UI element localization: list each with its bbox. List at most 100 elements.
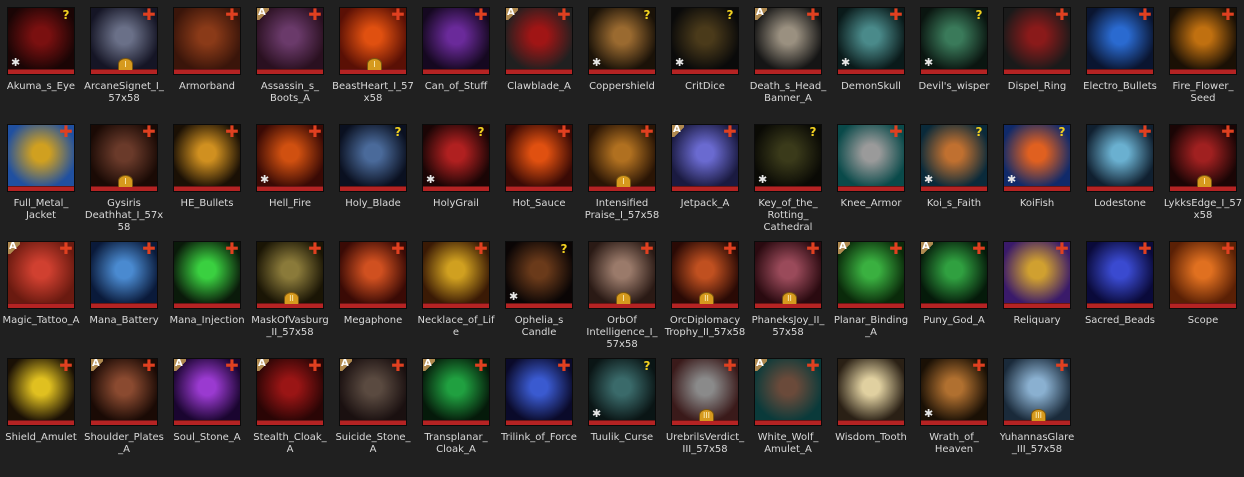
item-icon[interactable]: ? ✱ [671, 7, 739, 75]
item-tile[interactable]: A ✚ Assassin_s_ Boots_A [249, 0, 331, 115]
item-tile[interactable]: ✚ III YuhannasGlare _III_57x58 [996, 351, 1078, 466]
item-icon[interactable]: ✚ II [671, 241, 739, 309]
item-tile[interactable]: ✚ Mana_Injection [166, 234, 248, 349]
item-tile[interactable]: ✚ Hot_Sauce [498, 117, 580, 232]
item-icon[interactable]: ✚ [1169, 7, 1237, 75]
item-tile[interactable]: ✚ I Intensified Praise_I_57x58 [581, 117, 663, 232]
item-icon[interactable]: ✚ I [588, 124, 656, 192]
item-icon[interactable]: ? ✱ [920, 124, 988, 192]
item-tile[interactable]: ✚ Can_of_Stuff [415, 0, 497, 115]
item-icon[interactable]: ? ✱ [588, 7, 656, 75]
item-icon[interactable]: A ✚ [256, 358, 324, 426]
item-tile[interactable]: ? ✱ Key_of_the_ Rotting_ Cathedral [747, 117, 829, 233]
item-icon[interactable]: ✚ [1086, 124, 1154, 192]
item-icon[interactable]: ✚ [1003, 7, 1071, 75]
item-tile[interactable]: ? ✱ Ophelia_s Candle [498, 234, 580, 349]
item-icon[interactable]: ✚ I [90, 7, 158, 75]
item-icon[interactable]: ✚ [1086, 7, 1154, 75]
item-tile[interactable]: ? ✱ CritDice [664, 0, 746, 115]
item-tile[interactable]: ✚ Necklace_of_Life [415, 234, 497, 349]
item-icon[interactable]: ? ✱ [7, 7, 75, 75]
item-tile[interactable]: ✚ HE_Bullets [166, 117, 248, 232]
item-icon[interactable]: A ✚ [837, 241, 905, 309]
item-icon[interactable]: ✚ [339, 241, 407, 309]
item-tile[interactable]: ✚ Electro_Bullets [1079, 0, 1161, 115]
item-icon[interactable]: A ✚ [256, 7, 324, 75]
item-tile[interactable]: ✚ Armorband [166, 0, 248, 115]
item-icon[interactable]: A ✚ [754, 7, 822, 75]
item-tile[interactable]: ? ✱ Devil's_wisper [913, 0, 995, 115]
item-tile[interactable]: ? ✱ HolyGrail [415, 117, 497, 232]
item-tile[interactable]: ✚ ✱ Hell_Fire [249, 117, 331, 232]
item-icon[interactable]: A ✚ [920, 241, 988, 309]
item-icon[interactable]: ✚ II [754, 241, 822, 309]
item-tile[interactable]: ✚ I BeastHeart_I_57 x58 [332, 0, 414, 115]
item-tile[interactable]: A ✚ Jetpack_A [664, 117, 746, 232]
item-tile[interactable]: A ✚ White_Wolf_ Amulet_A [747, 351, 829, 466]
item-tile[interactable]: ✚ Full_Metal_ Jacket [0, 117, 82, 232]
item-tile[interactable]: ? ✱ Tuulik_Curse [581, 351, 663, 466]
item-tile[interactable]: A ✚ Magic_Tattoo_A [0, 234, 82, 349]
item-icon[interactable]: ✚ [7, 124, 75, 192]
item-icon[interactable]: ✚ [422, 241, 490, 309]
item-icon[interactable]: ✚ [1169, 241, 1237, 309]
item-icon[interactable]: A ✚ [671, 124, 739, 192]
item-icon[interactable]: ? ✱ [422, 124, 490, 192]
item-icon[interactable]: ? [339, 124, 407, 192]
item-tile[interactable]: ✚ Megaphone [332, 234, 414, 349]
item-tile[interactable]: ✚ I OrbOf Intelligence_I_ 57x58 [581, 234, 663, 350]
item-tile[interactable]: ✚ II MaskOfVasburg _II_57x58 [249, 234, 331, 349]
item-icon[interactable]: A ✚ [173, 358, 241, 426]
item-tile[interactable]: ? ✱ KoiFish [996, 117, 1078, 232]
item-icon[interactable]: ✚ ✱ [837, 7, 905, 75]
item-tile[interactable]: A ✚ Suicide_Stone_ A [332, 351, 414, 466]
item-icon[interactable]: ✚ [7, 358, 75, 426]
item-tile[interactable]: A ✚ Transplanar_ Cloak_A [415, 351, 497, 466]
item-icon[interactable]: A ✚ [422, 358, 490, 426]
item-icon[interactable]: ✚ [837, 124, 905, 192]
item-tile[interactable]: ✚ I Gysiris Deathhat_I_57x 58 [83, 117, 165, 233]
item-tile[interactable]: A ✚ Planar_Binding _A [830, 234, 912, 349]
item-icon[interactable]: ✚ III [671, 358, 739, 426]
item-icon[interactable]: ✚ [173, 241, 241, 309]
item-icon[interactable]: ✚ [1003, 241, 1071, 309]
item-icon[interactable]: A ✚ [754, 358, 822, 426]
item-tile[interactable]: ✚ Reliquary [996, 234, 1078, 349]
item-icon[interactable] [837, 358, 905, 426]
item-icon[interactable]: ✚ II [256, 241, 324, 309]
item-tile[interactable]: ? Holy_Blade [332, 117, 414, 232]
item-tile[interactable]: ✚ I ArcaneSignet_I_ 57x58 [83, 0, 165, 115]
item-icon[interactable]: A ✚ [90, 358, 158, 426]
item-tile[interactable]: ✚ Fire_Flower_ Seed [1162, 0, 1244, 115]
item-tile[interactable]: ✚ ✱ Wrath_of_ Heaven [913, 351, 995, 466]
item-tile[interactable]: ✚ Trilink_of_Force [498, 351, 580, 466]
item-tile[interactable]: A ✚ Death_s_Head_ Banner_A [747, 0, 829, 115]
item-icon[interactable]: ? ✱ [505, 241, 573, 309]
item-tile[interactable]: ✚ Knee_Armor [830, 117, 912, 232]
item-icon[interactable]: ✚ [505, 358, 573, 426]
item-icon[interactable]: ✚ I [588, 241, 656, 309]
item-icon[interactable]: ✚ I [90, 124, 158, 192]
item-icon[interactable]: ✚ [422, 7, 490, 75]
item-tile[interactable]: ✚ Sacred_Beads [1079, 234, 1161, 349]
item-icon[interactable]: ✚ [90, 241, 158, 309]
item-tile[interactable]: ✚ II PhaneksJoy_II_ 57x58 [747, 234, 829, 349]
item-tile[interactable]: ✚ III UrebrilsVerdict_ III_57x58 [664, 351, 746, 466]
item-icon[interactable]: A ✚ [339, 358, 407, 426]
item-icon[interactable]: ✚ [505, 124, 573, 192]
item-icon[interactable]: ? ✱ [588, 358, 656, 426]
item-tile[interactable]: ✚ ✱ DemonSkull [830, 0, 912, 115]
item-tile[interactable]: ✚ Shield_Amulet [0, 351, 82, 466]
item-icon[interactable]: ✚ [173, 124, 241, 192]
item-tile[interactable]: ? ✱ Koi_s_Faith [913, 117, 995, 232]
item-tile[interactable]: A ✚ Soul_Stone_A [166, 351, 248, 466]
item-icon[interactable]: ✚ III [1003, 358, 1071, 426]
item-tile[interactable]: A ✚ Puny_God_A [913, 234, 995, 349]
item-tile[interactable]: ? ✱ Akuma_s_Eye [0, 0, 82, 115]
item-icon[interactable]: ? ✱ [1003, 124, 1071, 192]
item-icon[interactable]: ✚ I [1169, 124, 1237, 192]
item-icon[interactable]: ✚ [173, 7, 241, 75]
item-tile[interactable]: ✚ II OrcDiplomacy Trophy_II_57x58 [664, 234, 746, 349]
item-icon[interactable]: ✚ ✱ [256, 124, 324, 192]
item-tile[interactable]: ✚ Mana_Battery [83, 234, 165, 349]
